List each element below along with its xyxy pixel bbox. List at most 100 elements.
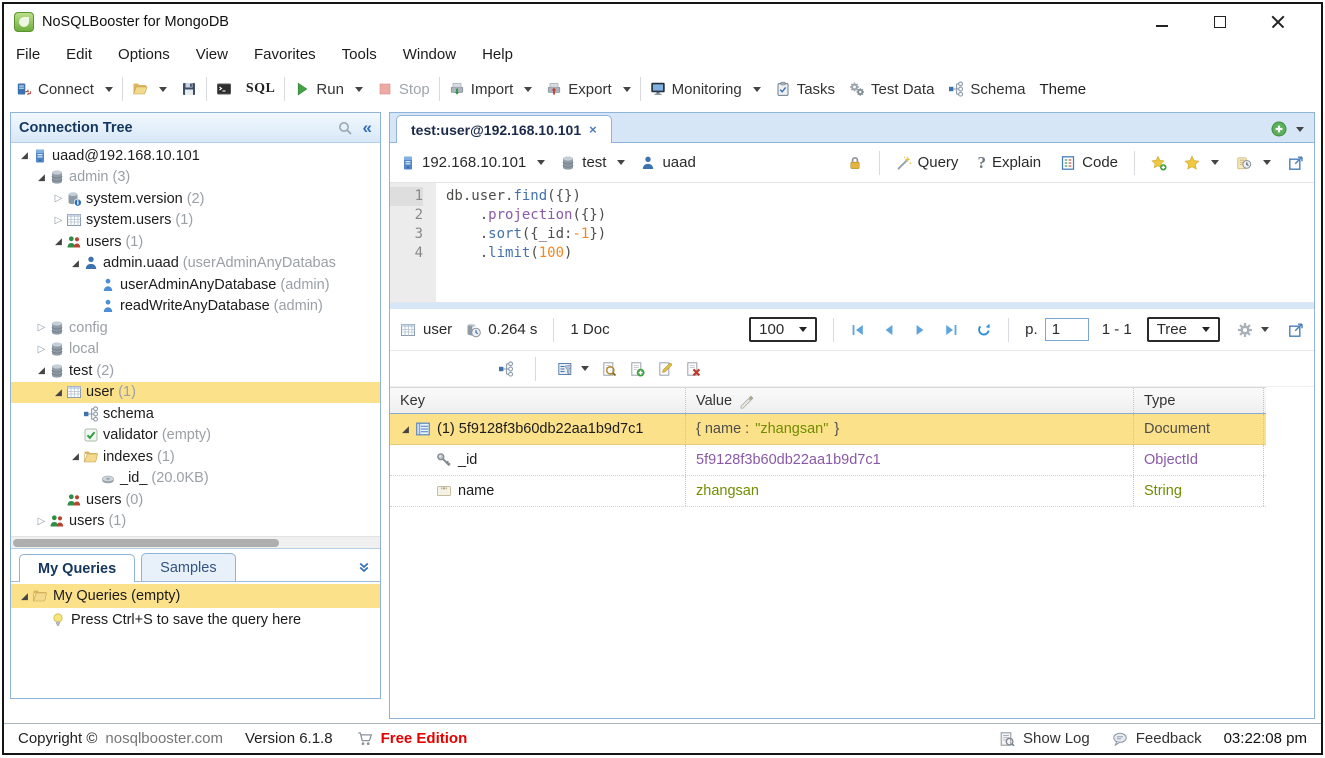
tasks-button[interactable]: Tasks [775, 81, 835, 98]
cart-icon[interactable] [357, 731, 373, 747]
code-area[interactable]: db.user.find({}) .projection({}) .sort({… [436, 183, 1314, 302]
code-button[interactable]: Code [1060, 154, 1118, 171]
search-icon[interactable] [337, 120, 353, 136]
first-page-button[interactable] [850, 322, 866, 338]
tree-item-admin[interactable]: ◢ admin (3) [11, 167, 380, 189]
export-button[interactable]: Export [546, 81, 631, 98]
page-size-select[interactable]: 100 [749, 317, 818, 342]
feedback-icon[interactable] [1112, 731, 1128, 747]
collapse-arrow-icon[interactable]: ▷ [51, 215, 66, 226]
tree-item-admin.uaad[interactable]: ◢ admin.uaad (userAdminAnyDatabas [11, 253, 380, 275]
expand-arrow-icon[interactable]: ◢ [398, 424, 413, 435]
expand-arrow-icon[interactable]: ◢ [17, 591, 32, 602]
query-wizard-button[interactable]: Query [896, 154, 958, 171]
refresh-button[interactable] [976, 322, 992, 338]
expand-arrow-icon[interactable]: ◢ [68, 451, 83, 462]
run-button[interactable]: Run [294, 81, 363, 98]
theme-button[interactable]: Theme [1039, 81, 1102, 98]
add-favorite-button[interactable] [1151, 155, 1167, 171]
auth-lock-button[interactable] [847, 155, 863, 171]
menu-edit[interactable]: Edit [66, 46, 92, 63]
menu-help[interactable]: Help [482, 46, 513, 63]
expand-arrow-icon[interactable]: ◢ [17, 150, 32, 161]
expand-arrow-icon[interactable]: ◢ [68, 258, 83, 269]
favorites-button[interactable] [1184, 155, 1219, 171]
show-log-icon[interactable] [999, 731, 1015, 747]
results-new-window-button[interactable] [1288, 322, 1304, 338]
new-tab-button[interactable] [1271, 121, 1287, 137]
tree-item-_id_[interactable]: _id_ (20.0KB) [11, 468, 380, 490]
collapse-arrow-icon[interactable]: ▷ [34, 344, 49, 355]
tree-item-users[interactable]: users (0) [11, 489, 380, 511]
site-link[interactable]: nosqlbooster.com [105, 730, 223, 747]
test-data-button[interactable]: Test Data [849, 81, 934, 98]
user-indicator[interactable]: uaad [640, 154, 696, 171]
open-new-window-button[interactable] [1288, 155, 1304, 171]
tree-item-users[interactable]: ◢ users (1) [11, 231, 380, 253]
tree-item-indexes[interactable]: ◢ indexes (1) [11, 446, 380, 468]
close-button[interactable] [1263, 10, 1293, 34]
tree-item-schema[interactable]: schema [11, 403, 380, 425]
view-mode-select[interactable]: Tree [1146, 317, 1220, 342]
tab-list-caret-icon[interactable] [1296, 126, 1304, 132]
table-row[interactable]: "" name zhangsan String [390, 476, 1266, 507]
minimize-button[interactable] [1147, 10, 1177, 34]
tree-item-config[interactable]: ▷ config [11, 317, 380, 339]
history-button[interactable] [1236, 155, 1271, 171]
expand-arrow-icon[interactable]: ◢ [34, 172, 49, 183]
expand-arrow-icon[interactable]: ◢ [34, 365, 49, 376]
analyze-schema-button[interactable] [498, 360, 514, 377]
monitoring-button[interactable]: Monitoring [650, 81, 761, 98]
collapse-arrow-icon[interactable]: ▷ [34, 322, 49, 333]
server-selector[interactable]: 192.168.10.101 [400, 154, 546, 171]
menu-favorites[interactable]: Favorites [254, 46, 316, 63]
menu-tools[interactable]: Tools [342, 46, 377, 63]
table-row[interactable]: ◢ (1) 5f9128f3b60db22aa1b9d7c1{ name : "z… [390, 414, 1266, 445]
tree-item-user[interactable]: ◢ user (1) [11, 381, 380, 403]
prev-page-button[interactable] [881, 322, 897, 338]
results-settings-button[interactable] [1237, 322, 1269, 338]
stop-button[interactable]: Stop [377, 81, 430, 98]
maximize-button[interactable] [1205, 10, 1235, 34]
schema-button[interactable]: Schema [948, 81, 1025, 98]
shell-button[interactable] [216, 81, 232, 97]
view-document-button[interactable] [601, 361, 617, 377]
query-list-item[interactable]: ◢ My Queries (empty) [11, 584, 380, 608]
column-header-value[interactable]: Value [686, 388, 1134, 413]
menu-file[interactable]: File [16, 46, 40, 63]
tree-horizontal-scrollbar[interactable] [11, 536, 380, 548]
collapse-arrow-icon[interactable]: ▷ [51, 193, 66, 204]
tree-item-system.version[interactable]: ▷ system.version (2) [11, 188, 380, 210]
tree-item-uaad@192.168.10.101[interactable]: ◢ uaad@192.168.10.101 [11, 145, 380, 167]
tree-item-readWriteAnyDatabase[interactable]: readWriteAnyDatabase (admin) [11, 296, 380, 318]
scrollbar-thumb[interactable] [13, 539, 279, 547]
show-log-button[interactable]: Show Log [1023, 730, 1090, 747]
connect-button[interactable]: Connect [16, 81, 113, 98]
expand-arrow-icon[interactable]: ◢ [51, 387, 66, 398]
tree-item-system.users[interactable]: ▷ system.users (1) [11, 210, 380, 232]
tree-item-users[interactable]: ▷ users (1) [11, 511, 380, 533]
edition-label[interactable]: Free Edition [381, 730, 468, 747]
column-header-key[interactable]: Key [390, 388, 686, 413]
collapse-sidebar-icon[interactable]: « [363, 119, 372, 136]
tree-item-userAdminAnyDatabase[interactable]: userAdminAnyDatabase (admin) [11, 274, 380, 296]
page-input[interactable]: 1 [1044, 318, 1089, 341]
last-page-button[interactable] [943, 322, 959, 338]
edit-document-button[interactable] [657, 361, 673, 377]
table-row[interactable]: _id 5f9128f3b60db22aa1b9d7c1 ObjectId [390, 445, 1266, 476]
tree-item-local[interactable]: ▷ local [11, 339, 380, 361]
code-editor[interactable]: 12 3 4 db.user.find({}) .projection({}) .s… [390, 183, 1314, 303]
database-selector[interactable]: test [560, 154, 626, 171]
query-list-item[interactable]: Press Ctrl+S to save the query here [11, 608, 380, 632]
sql-button[interactable]: SQL [246, 81, 276, 97]
collapse-arrow-icon[interactable]: ▷ [34, 516, 49, 527]
menu-options[interactable]: Options [118, 46, 170, 63]
import-button[interactable]: Import [449, 81, 533, 98]
explain-button[interactable]: ? Explain [977, 153, 1041, 173]
tab-close-icon[interactable]: × [589, 122, 597, 137]
tab-my-queries[interactable]: My Queries [19, 554, 136, 582]
delete-document-button[interactable] [685, 361, 701, 377]
view-options-button[interactable] [557, 361, 589, 377]
editor-tab[interactable]: test:user@192.168.10.101 × [396, 115, 612, 143]
tree-item-test[interactable]: ◢ test (2) [11, 360, 380, 382]
